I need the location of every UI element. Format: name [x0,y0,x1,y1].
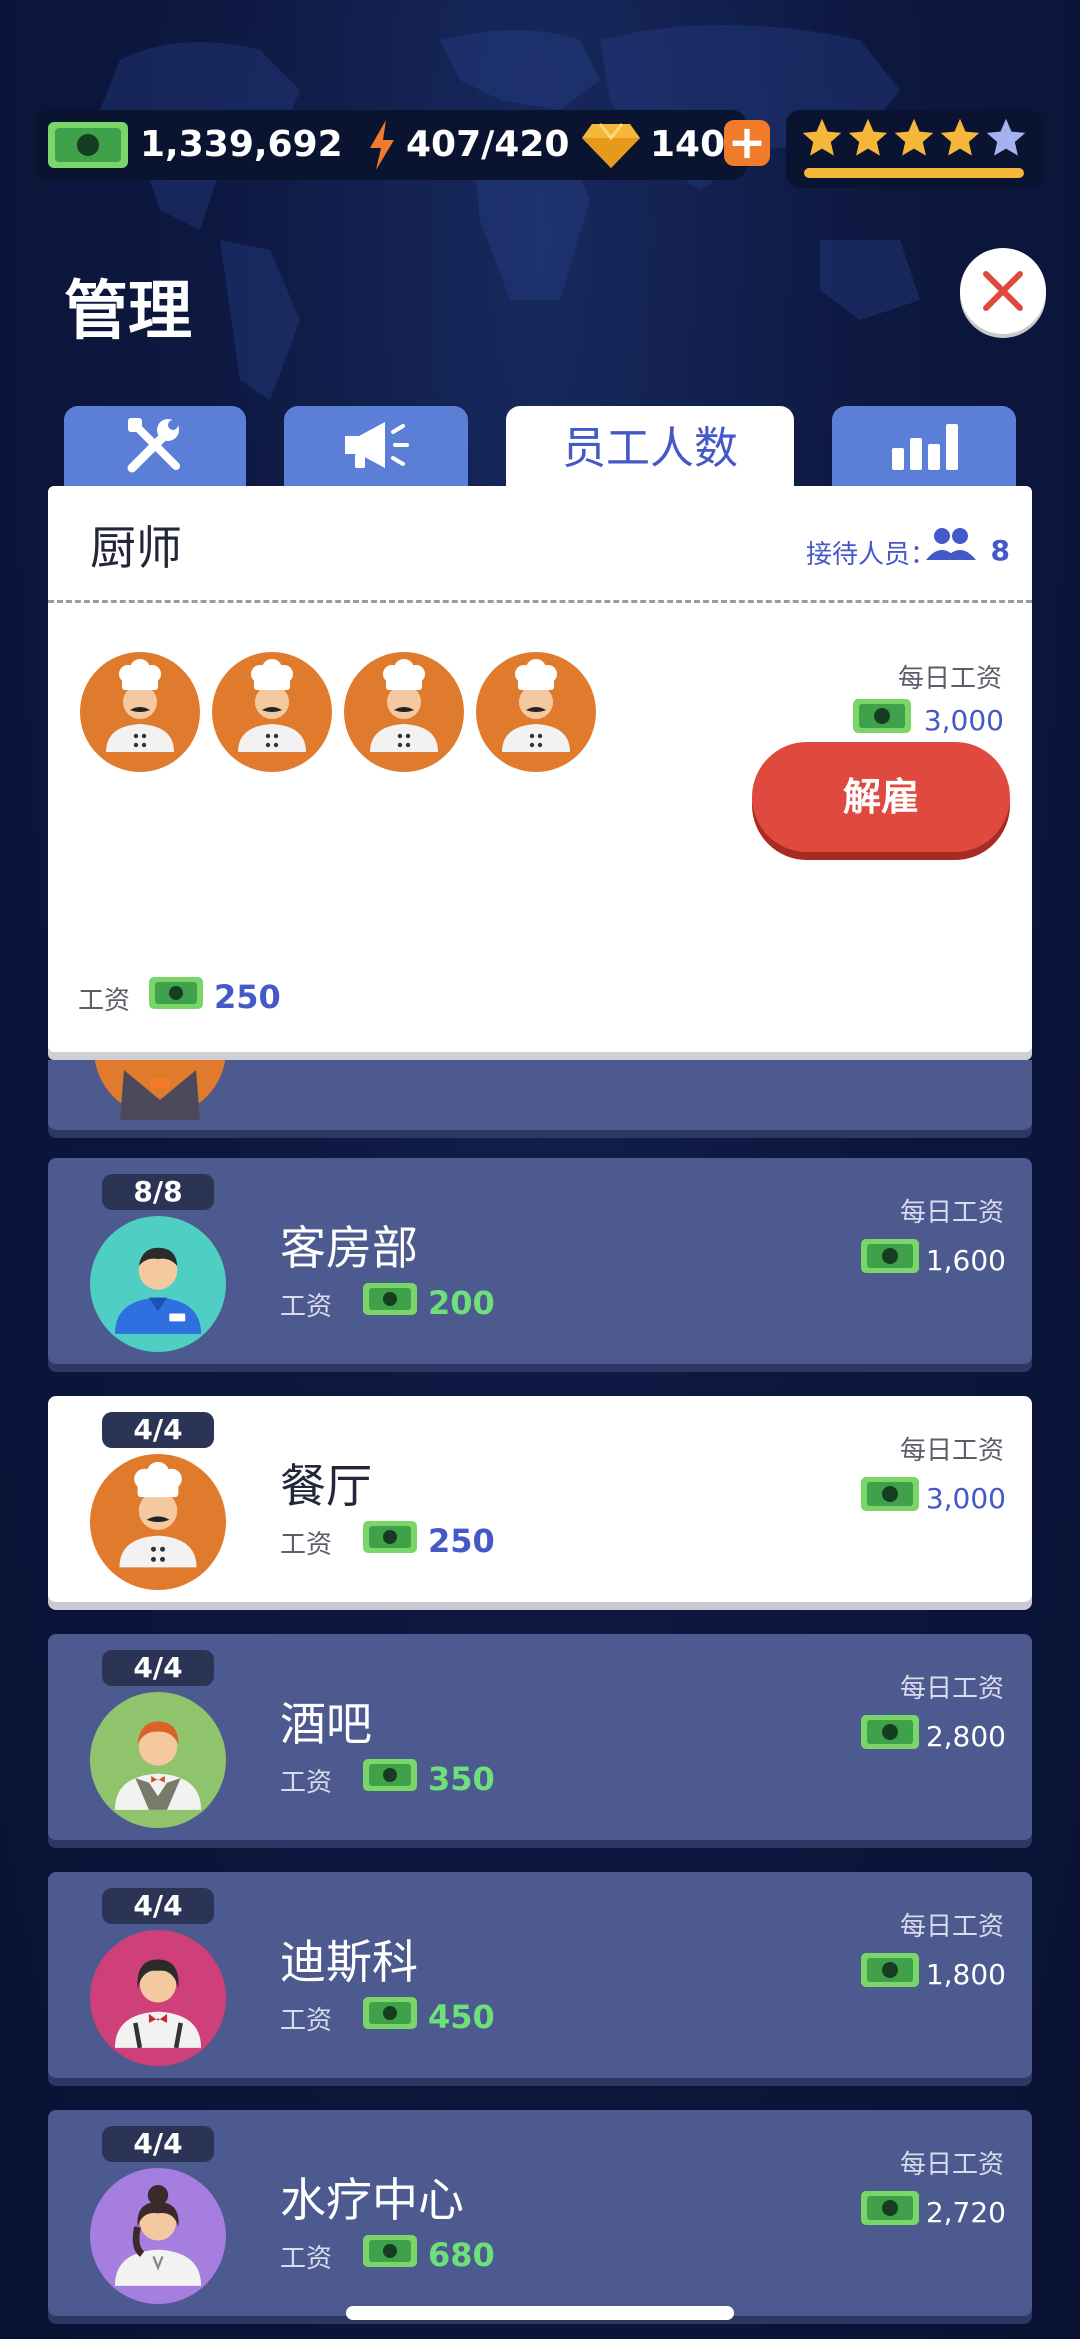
divider [48,600,1032,603]
close-button[interactable] [960,248,1046,334]
tab-statistics[interactable] [832,406,1016,488]
daily-wage-label: 每日工资 [899,1198,1004,1228]
megaphone-icon [341,418,411,476]
staff-count-badge: 8/8 [102,1174,214,1210]
diamond-icon [580,120,642,174]
reception-label: 接待人员： [805,540,936,570]
wage-label: 工资 [280,2244,333,2274]
staff-count-badge: 4/4 [102,1412,214,1448]
cash-icon [362,1758,418,1796]
add-gems-button[interactable]: + [724,119,770,166]
daily-wage-value: 1,600 [925,1244,1006,1277]
cash-icon [860,1476,920,1516]
cash-icon [46,120,130,174]
star-filled-icon [938,116,982,164]
department-card[interactable]: 4/4 迪斯科 工资 450 每日工资 1,800 [48,1872,1032,2078]
wage-value: 450 [428,1998,495,2036]
daily-wage-value: 2,800 [925,1720,1006,1753]
cash-icon [362,1996,418,2034]
staff-avatar [90,1454,226,1594]
daily-wage-label: 每日工资 [899,1674,1004,1704]
department-name: 酒吧 [280,1697,372,1751]
star-filled-icon [846,116,890,164]
chef-detail-panel: 厨师 接待人员： 8 每日工资 3,000 解雇 工资 250 [48,486,1032,1052]
wage-label: 工资 [280,1768,333,1798]
cash-icon [860,1952,920,1992]
cash-icon [148,976,204,1014]
star-empty-icon [984,116,1028,164]
daily-wage-label: 每日工资 [899,2150,1004,2180]
daily-wage-value: 2,720 [925,2196,1006,2229]
wage-label: 工资 [78,986,131,1016]
daily-wage-label: 每日工资 [899,1912,1004,1942]
department-card[interactable]: 4/4 餐厅 工资 250 每日工资 3,000 [48,1396,1032,1602]
star-filled-icon [800,116,844,164]
star-filled-icon [892,116,936,164]
wage-value: 200 [428,1284,495,1322]
receptionist-avatar [94,1060,226,1120]
chef-avatar[interactable] [80,652,200,776]
staff-avatar [90,1692,226,1832]
daily-wage-value: 3,000 [923,704,1004,737]
wage-label: 工资 [280,1292,333,1322]
gem-amount: 140 [650,124,726,165]
hidden-department-card [48,1060,1032,1130]
department-name: 水疗中心 [280,2173,464,2227]
daily-wage-label: 每日工资 [897,664,1002,694]
page-title: 管理 [64,275,192,349]
daily-wage-value: 1,800 [925,1958,1006,1991]
cash-icon [852,698,912,738]
department-name: 餐厅 [280,1459,372,1513]
chef-avatar[interactable] [344,652,464,776]
cash-icon [860,1714,920,1754]
cash-icon [860,1238,920,1278]
money-amount: 1,339,692 [140,124,343,165]
home-indicator[interactable] [346,2306,734,2320]
staff-avatar [90,1930,226,2070]
department-card[interactable]: 8/8 客房部 工资 200 每日工资 1,600 [48,1158,1032,1364]
department-card[interactable]: 4/4 酒吧 工资 350 每日工资 2,800 [48,1634,1032,1840]
staff-count-badge: 4/4 [102,1888,214,1924]
chef-avatar[interactable] [476,652,596,776]
staff-avatar [90,2168,226,2308]
energy-bolt-icon [366,118,398,176]
daily-wage-value: 3,000 [925,1482,1006,1515]
tools-icon [124,416,186,478]
staff-avatar [90,1216,226,1356]
chef-avatar[interactable] [212,652,332,776]
wage-value: 250 [214,978,281,1016]
reception-count: 8 [990,534,1010,567]
department-name: 迪斯科 [280,1935,418,1989]
wage-label: 工资 [280,2006,333,2036]
cash-icon [362,2234,418,2272]
rating-stars [800,116,1028,164]
close-icon [983,271,1023,311]
staff-count-badge: 4/4 [102,2126,214,2162]
cash-icon [362,1520,418,1558]
cash-icon [860,2190,920,2230]
staff-role-name: 厨师 [90,521,182,575]
staff-count-badge: 4/4 [102,1650,214,1686]
wage-value: 680 [428,2236,495,2274]
world-map-background [100,25,920,400]
people-icon [924,526,980,566]
fire-button[interactable]: 解雇 [752,742,1010,852]
wage-value: 250 [428,1522,495,1560]
bar-chart-icon [890,420,958,474]
staff-avatars [80,652,596,776]
tab-staff[interactable]: 员工人数 [506,406,794,488]
hotel-rating [786,110,1044,188]
daily-wage-label: 每日工资 [899,1436,1004,1466]
energy-amount: 407/420 [406,124,570,165]
wage-value: 350 [428,1760,495,1798]
currency-bar: 1,339,692 407/420 140 + [34,110,770,180]
department-name: 客房部 [280,1221,418,1275]
rating-progress-bar [804,168,1024,178]
cash-icon [362,1282,418,1320]
tab-upgrades[interactable] [64,406,246,488]
tab-marketing[interactable] [284,406,468,488]
department-card[interactable]: 4/4 水疗中心 工资 680 每日工资 2,720 [48,2110,1032,2316]
wage-label: 工资 [280,1530,333,1560]
